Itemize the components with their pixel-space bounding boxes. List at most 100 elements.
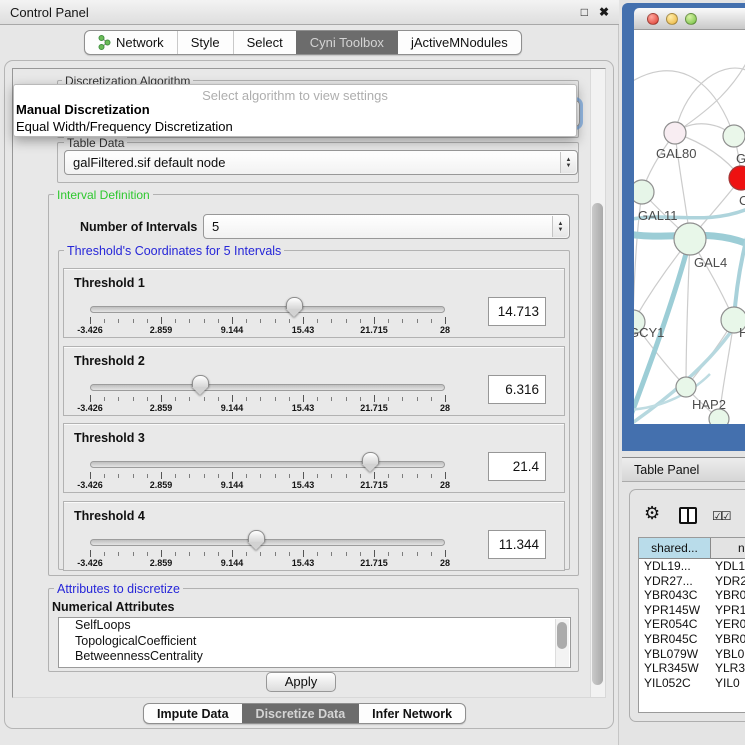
list-scrollbar-track[interactable] — [555, 619, 569, 667]
window-title: Control Panel — [10, 5, 570, 20]
table-panel-titlebar[interactable]: Table Panel — [622, 457, 745, 482]
slider-track[interactable] — [90, 306, 445, 313]
control-panel-window: Control Panel □ ✖ NetworkStyleSelectCyni… — [0, 0, 619, 745]
threshold-value-box[interactable]: 21.4 — [488, 452, 546, 481]
network-window-titlebar[interactable] — [634, 8, 745, 30]
slider-ticks — [90, 395, 445, 403]
table-row[interactable]: YER054CYER0 — [639, 617, 745, 632]
attribute-item-selfloops[interactable]: SelfLoops — [59, 618, 570, 634]
table-row[interactable]: YPR145WYPR1 — [639, 603, 745, 618]
network-node[interactable] — [729, 166, 745, 190]
minimize-traffic-light-icon[interactable] — [666, 13, 678, 25]
threshold-value-box[interactable]: 6.316 — [488, 375, 546, 404]
tick-mark — [104, 552, 105, 556]
network-node[interactable] — [634, 180, 654, 204]
tick-mark — [346, 319, 347, 323]
slider-thumb[interactable] — [248, 530, 265, 551]
combo-stepper-icon[interactable]: ▲▼ — [560, 152, 576, 173]
number-of-intervals-combobox[interactable]: 5 ▲▼ — [203, 214, 570, 239]
close-icon[interactable]: ✖ — [599, 5, 609, 19]
node-label: GAL80 — [656, 146, 696, 161]
tab-style[interactable]: Style — [177, 31, 233, 54]
tick-mark — [331, 319, 332, 323]
tab-jactivemnodules[interactable]: jActiveMNodules — [397, 31, 521, 54]
cell-name: YIL0 — [711, 676, 745, 691]
tick-mark — [303, 472, 304, 479]
tick-mark — [360, 319, 361, 323]
threshold-value-box[interactable]: 11.344 — [488, 530, 546, 559]
attribute-items: SelfLoopsTopologicalCoefficientBetweenne… — [59, 618, 570, 665]
attribute-item-betweennesscentrality[interactable]: BetweennessCentrality — [59, 649, 570, 665]
tick-mark — [346, 397, 347, 401]
algorithm-option-manual-discretization[interactable]: Manual Discretization — [14, 102, 576, 119]
table-row[interactable]: YBR043CYBR0 — [639, 588, 745, 603]
table-row[interactable]: YIL052CYIL0 — [639, 676, 745, 691]
tab-cyni-toolbox[interactable]: Cyni Toolbox — [296, 31, 397, 54]
threshold-label: Threshold 4 — [74, 509, 145, 523]
table-row[interactable]: YLR345WYLR3 — [639, 661, 745, 676]
table-row[interactable]: YDL19...YDL1 — [639, 559, 745, 574]
algorithm-prompt-option[interactable]: Select algorithm to view settings — [14, 85, 576, 102]
slider-track[interactable] — [90, 539, 445, 546]
network-node[interactable] — [676, 377, 696, 397]
tick-mark — [133, 474, 134, 478]
tab-network[interactable]: Network — [85, 31, 177, 54]
slider-thumb[interactable] — [192, 375, 209, 396]
column-header-shared-name[interactable]: shared... — [639, 538, 711, 558]
tick-mark — [417, 552, 418, 556]
network-canvas[interactable]: GAL80GCGAL11GAL4GCY1HHAP2 — [634, 30, 745, 424]
tick-mark — [431, 397, 432, 401]
zoom-traffic-light-icon[interactable] — [685, 13, 697, 25]
tab-impute-data[interactable]: Impute Data — [144, 704, 242, 723]
tick-mark — [161, 317, 162, 324]
table-row[interactable]: YBR045CYBR0 — [639, 632, 745, 647]
tick-mark — [417, 319, 418, 323]
tick-label: 2.859 — [150, 558, 173, 568]
tick-mark — [90, 395, 91, 402]
list-scrollbar-thumb[interactable] — [557, 622, 567, 649]
threshold-value-box[interactable]: 14.713 — [488, 297, 546, 326]
algorithm-option-equal-width-frequency-discretization[interactable]: Equal Width/Frequency Discretization — [14, 119, 576, 136]
slider-track[interactable] — [90, 384, 445, 391]
column-header-name[interactable]: na — [711, 538, 745, 558]
gear-icon[interactable]: ⚙ — [644, 504, 660, 522]
numerical-attributes-list[interactable]: SelfLoopsTopologicalCoefficientBetweenne… — [58, 617, 571, 668]
attribute-item-topologicalcoefficient[interactable]: TopologicalCoefficient — [59, 634, 570, 650]
tick-mark — [303, 317, 304, 324]
node-label: GAL11 — [638, 208, 678, 223]
cell-shared-name: YPR145W — [639, 603, 711, 618]
tick-label: 2.859 — [150, 403, 173, 413]
tab-label: Impute Data — [157, 707, 229, 721]
table-row[interactable]: YDR27...YDR2 — [639, 574, 745, 589]
tab-discretize-data[interactable]: Discretize Data — [242, 704, 359, 723]
apply-button[interactable]: Apply — [266, 672, 336, 692]
network-node[interactable] — [709, 409, 729, 424]
slider-thumb[interactable] — [286, 297, 303, 318]
tab-infer-network[interactable]: Infer Network — [358, 704, 465, 723]
table-data-combobox[interactable]: galFiltered.sif default node ▲▼ — [64, 150, 578, 175]
threshold-panel: Threshold 1-3.4262.8599.14415.4321.71528… — [63, 268, 565, 338]
close-traffic-light-icon[interactable] — [647, 13, 659, 25]
split-table-icon[interactable] — [679, 507, 697, 524]
network-node[interactable] — [674, 223, 706, 255]
network-node[interactable] — [664, 122, 686, 144]
tick-label: 21.715 — [360, 403, 388, 413]
column-checkboxes-icon[interactable]: ☑☑ — [712, 509, 730, 523]
combo-stepper-icon[interactable]: ▲▼ — [552, 216, 568, 237]
network-node[interactable] — [723, 125, 745, 147]
tick-label: 9.144 — [221, 480, 244, 490]
slider-thumb[interactable] — [362, 452, 379, 473]
tick-mark — [246, 319, 247, 323]
float-window-icon[interactable]: □ — [581, 5, 588, 19]
network-view-window[interactable]: GAL80GCGAL11GAL4GCY1HHAP2 — [622, 3, 745, 451]
vertical-scrollbar-thumb[interactable] — [592, 203, 603, 685]
table-row[interactable]: YBL079WYBL0 — [639, 647, 745, 662]
threshold-label: Threshold 1 — [74, 276, 145, 290]
slider-track[interactable] — [90, 461, 445, 468]
tick-mark — [374, 472, 375, 479]
interval-definition-label: Interval Definition — [54, 188, 153, 202]
slider-tick-labels: -3.4262.8599.14415.4321.71528 — [90, 558, 445, 569]
tab-select[interactable]: Select — [233, 31, 296, 54]
cell-name: YBL0 — [711, 647, 745, 662]
thresholds-group-label: Threshold's Coordinates for 5 Intervals — [64, 244, 284, 258]
